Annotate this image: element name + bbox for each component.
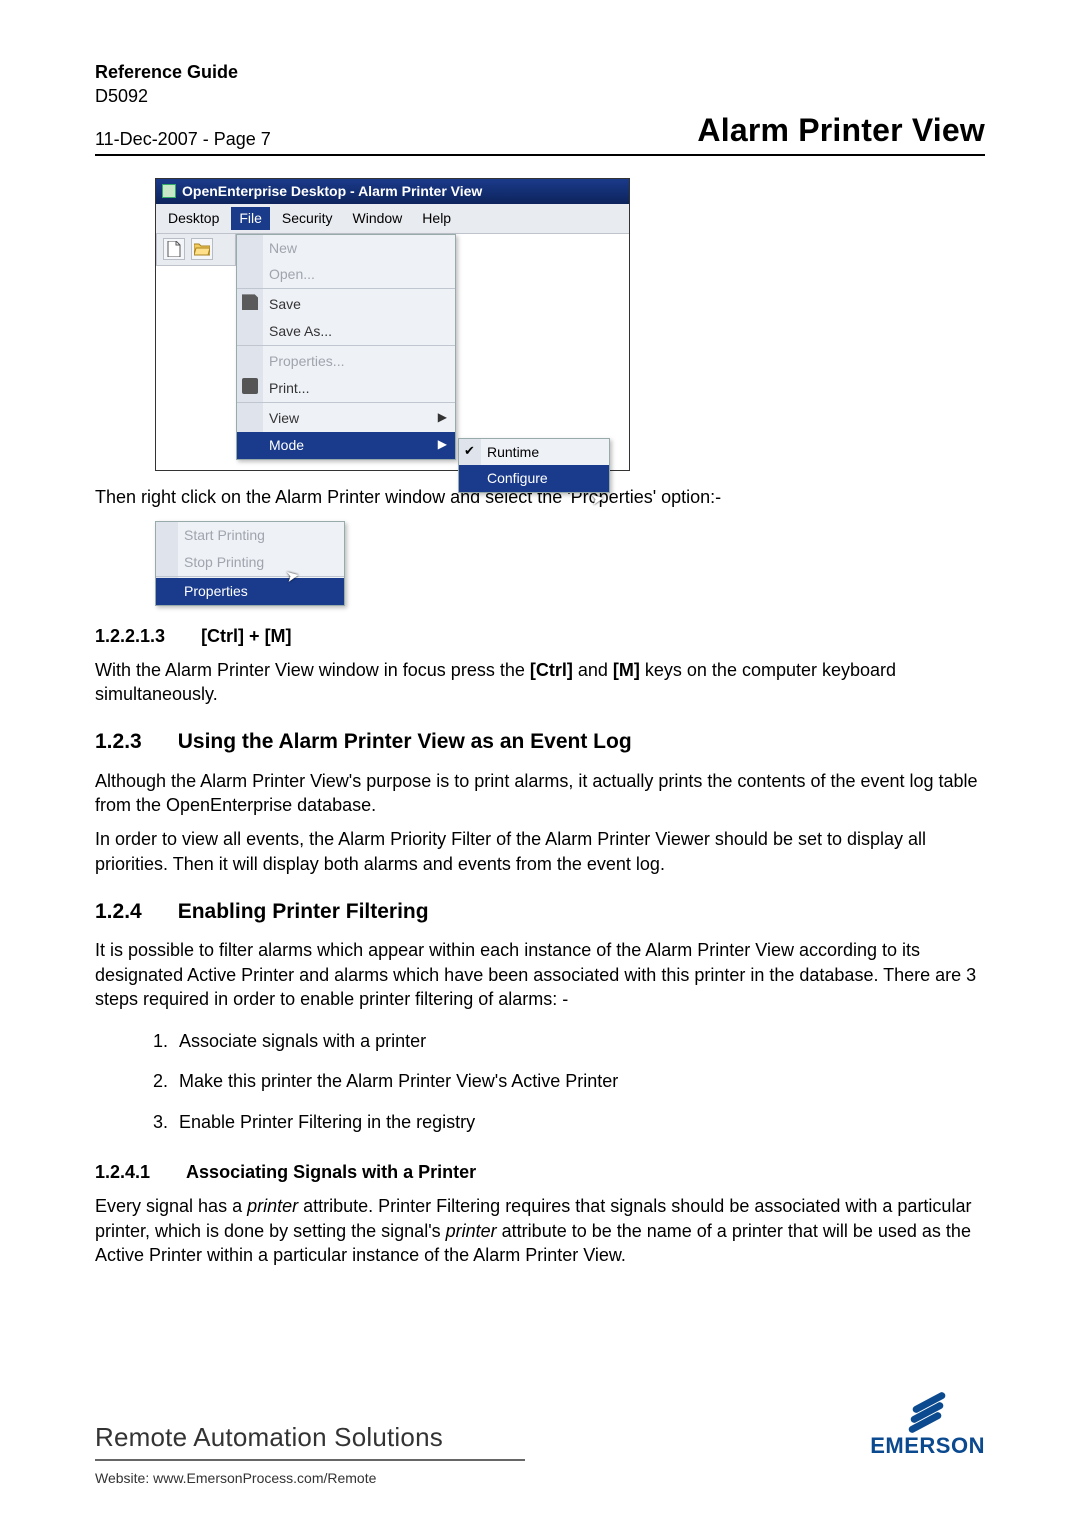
menu-item-new-label: New: [269, 240, 297, 256]
footer-website: Website: www.EmersonProcess.com/Remote: [95, 1469, 985, 1488]
header-dateline: 11-Dec-2007 - Page 7: [95, 127, 271, 151]
menu-item-properties-label: Properties...: [269, 353, 344, 369]
italic-printer: printer: [247, 1196, 298, 1216]
heading-num: 1.2.4.1: [95, 1160, 150, 1184]
context-stop-printing[interactable]: Stop Printing: [156, 549, 344, 577]
open-folder-icon[interactable]: [191, 238, 213, 260]
heading-124: 1.2.4 Enabling Printer Filtering: [95, 898, 985, 926]
menu-item-saveas[interactable]: Save As...: [237, 318, 455, 346]
heading-title: Associating Signals with a Printer: [186, 1160, 476, 1184]
heading-num: 1.2.4: [95, 898, 142, 926]
new-file-icon[interactable]: [163, 238, 185, 260]
header-rule: [95, 154, 985, 156]
menu-item-save[interactable]: Save: [237, 291, 455, 318]
heading-1241: 1.2.4.1 Associating Signals with a Print…: [95, 1160, 985, 1184]
heading-title: Using the Alarm Printer View as an Event…: [178, 728, 632, 756]
footer-rule: [95, 1459, 525, 1461]
text: With the Alarm Printer View window in fo…: [95, 660, 530, 680]
menu-item-saveas-label: Save As...: [269, 323, 332, 339]
heading-num: 1.2.2.1.3: [95, 624, 165, 648]
submenu-arrow-icon: ▶: [438, 436, 447, 452]
emerson-swoosh-icon: [907, 1399, 949, 1429]
screenshot-context-menu: Start Printing Stop Printing Properties: [155, 521, 345, 606]
step-3: Enable Printer Filtering in the registry: [173, 1102, 985, 1142]
print-icon: [242, 378, 258, 394]
mouse-cursor-icon: [589, 488, 606, 512]
page-header: Reference Guide D5092 11-Dec-2007 - Page…: [95, 60, 985, 156]
para-12213: With the Alarm Printer View window in fo…: [95, 658, 985, 707]
context-start-printing[interactable]: Start Printing: [156, 522, 344, 549]
submenu-arrow-icon: ▶: [438, 409, 447, 425]
context-properties-label: Properties: [184, 583, 248, 599]
step-1: Associate signals with a printer: [173, 1021, 985, 1061]
menu-item-print[interactable]: Print...: [237, 375, 455, 403]
checkmark-icon: ✔: [464, 442, 475, 460]
context-start-label: Start Printing: [184, 527, 265, 543]
context-properties[interactable]: Properties: [156, 578, 344, 605]
menu-item-open-label: Open...: [269, 266, 315, 282]
mode-submenu: ✔ Runtime Configure: [458, 438, 610, 494]
context-stop-label: Stop Printing: [184, 554, 264, 570]
text: Every signal has a: [95, 1196, 247, 1216]
save-icon: [242, 294, 258, 310]
para-124: It is possible to filter alarms which ap…: [95, 938, 985, 1011]
submenu-runtime[interactable]: ✔ Runtime: [459, 439, 609, 466]
toolbar: [156, 234, 236, 266]
menu-file[interactable]: File: [231, 207, 270, 230]
submenu-configure-label: Configure: [487, 470, 548, 486]
key-m: [M]: [613, 660, 640, 680]
para-123-1: Although the Alarm Printer View's purpos…: [95, 769, 985, 818]
steps-list: Associate signals with a printer Make th…: [173, 1021, 985, 1142]
page-footer: Remote Automation Solutions EMERSON Webs…: [95, 1399, 985, 1488]
emerson-logo: EMERSON: [870, 1399, 985, 1461]
italic-printer: printer: [446, 1221, 497, 1241]
menu-item-view-label: View: [269, 410, 299, 426]
menu-window[interactable]: Window: [345, 207, 411, 230]
heading-title: Enabling Printer Filtering: [178, 898, 429, 926]
menu-item-view[interactable]: View ▶: [237, 405, 455, 432]
header-title: Reference Guide: [95, 62, 238, 82]
screenshot-app-window: OpenEnterprise Desktop - Alarm Printer V…: [155, 178, 630, 471]
file-menu-dropdown: New Open... Save Save As... Properties..…: [236, 234, 456, 460]
para-123-2: In order to view all events, the Alarm P…: [95, 827, 985, 876]
heading-title: [Ctrl] + [M]: [201, 624, 291, 648]
menu-help[interactable]: Help: [414, 207, 459, 230]
menu-item-open[interactable]: Open...: [237, 261, 455, 289]
menu-item-print-label: Print...: [269, 380, 309, 396]
menu-security[interactable]: Security: [274, 207, 341, 230]
text: and: [573, 660, 613, 680]
submenu-runtime-label: Runtime: [487, 444, 539, 460]
window-client-area: New Open... Save Save As... Properties..…: [156, 234, 629, 470]
heading-num: 1.2.3: [95, 728, 142, 756]
document-page: Reference Guide D5092 11-Dec-2007 - Page…: [0, 0, 1080, 1528]
header-docid: D5092: [95, 86, 148, 106]
submenu-configure[interactable]: Configure: [459, 465, 609, 492]
header-right-title: Alarm Printer View: [697, 109, 985, 152]
step-2: Make this printer the Alarm Printer View…: [173, 1061, 985, 1101]
app-icon: [162, 184, 176, 198]
footer-company: Remote Automation Solutions: [95, 1420, 525, 1455]
menu-item-properties[interactable]: Properties...: [237, 348, 455, 375]
heading-12213: 1.2.2.1.3 [Ctrl] + [M]: [95, 624, 985, 648]
menu-desktop[interactable]: Desktop: [160, 207, 227, 230]
key-ctrl: [Ctrl]: [530, 660, 573, 680]
para-1241: Every signal has a printer attribute. Pr…: [95, 1194, 985, 1267]
menu-item-mode[interactable]: Mode ▶: [237, 432, 455, 459]
menu-item-save-label: Save: [269, 296, 301, 312]
window-titlebar: OpenEnterprise Desktop - Alarm Printer V…: [156, 179, 629, 204]
menu-item-mode-label: Mode: [269, 437, 304, 453]
menu-bar: Desktop File Security Window Help: [156, 204, 629, 234]
emerson-logo-text: EMERSON: [870, 1431, 985, 1461]
menu-item-new[interactable]: New: [237, 235, 455, 262]
window-title: OpenEnterprise Desktop - Alarm Printer V…: [182, 182, 482, 201]
heading-123: 1.2.3 Using the Alarm Printer View as an…: [95, 728, 985, 756]
